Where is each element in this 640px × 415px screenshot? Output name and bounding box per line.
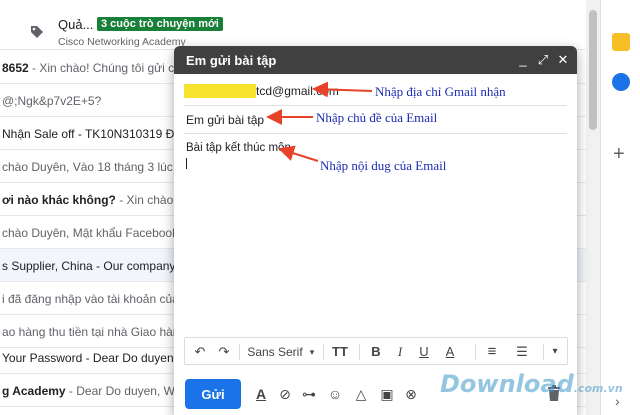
toolbar-divider [543, 344, 544, 360]
email-snippet: chào Duyên, Mật khẩu Facebook củ [2, 226, 195, 240]
recipient-value: tcd@gmail.com [256, 84, 339, 98]
email-snippet: Your Password - Dear Do duyen, T [2, 351, 188, 365]
drive-icon[interactable]: △ [352, 385, 370, 403]
text-caret [186, 158, 187, 169]
confidential-mode-icon[interactable]: ⊗ [402, 385, 420, 403]
body-annotation: Nhập nội dug của Email [320, 158, 447, 173]
minimize-icon[interactable]: _ [514, 51, 532, 69]
toolbar-divider [475, 344, 476, 360]
expand-icon[interactable]: ⤢ [534, 51, 552, 69]
attach-icon[interactable]: ⊘ [276, 385, 294, 403]
compose-window: Em gửi bài tập _ ⤢ ✕ tcd@gmail.com Em gử… [174, 46, 577, 415]
close-icon[interactable]: ✕ [554, 51, 572, 69]
email-subject: 8652 [2, 61, 29, 75]
italic-icon[interactable]: I [391, 343, 409, 361]
email-snippet: i đã đăng nhập vào tài khoản của b [2, 292, 189, 306]
text-color-icon[interactable]: A [441, 343, 459, 361]
chevron-down-icon[interactable]: ▾ [306, 343, 318, 361]
tag-icon [31, 26, 43, 38]
undo-icon[interactable]: ↶ [191, 343, 209, 361]
message-body[interactable]: Bài tập kết thúc môn [186, 142, 291, 154]
font-family-select[interactable]: Sans Serif [245, 343, 305, 361]
compose-header[interactable]: Em gửi bài tập _ ⤢ ✕ [174, 46, 577, 74]
send-button[interactable]: Gửi [185, 379, 241, 409]
link-icon[interactable]: ⊶ [300, 385, 318, 403]
more-formatting-icon[interactable]: ▾ [547, 343, 563, 361]
email-snippet: - Dear Do duyen, Welc [65, 384, 191, 398]
email-snippet: - Xin chào! Chúng tôi gửi cho [28, 61, 188, 75]
email-snippet: s Supplier, China - Our company wh [2, 259, 195, 273]
watermark-suffix: .com.vn [573, 382, 623, 395]
recipient-annotation: Nhập địa chỉ Gmail nhận [375, 84, 506, 99]
promotions-row[interactable]: Quả... 3 cuộc trò chuyện mới Cisco Netwo… [0, 0, 586, 50]
new-conversations-badge: 3 cuộc trò chuyện mới [97, 17, 223, 31]
email-subject: g Academy [2, 384, 66, 398]
keep-icon[interactable] [612, 33, 630, 51]
side-panel: + › [600, 0, 640, 415]
underline-icon[interactable]: U [415, 343, 433, 361]
add-addon-icon[interactable]: + [613, 144, 625, 164]
recipient-highlight [184, 84, 256, 98]
bold-icon[interactable]: B [367, 343, 385, 361]
promotions-sender: Cisco Networking Academy [58, 36, 186, 48]
photo-icon[interactable]: ▣ [378, 385, 396, 403]
emoji-icon[interactable]: ☺ [326, 385, 344, 403]
text-size-icon[interactable]: TT [329, 343, 351, 361]
align-icon[interactable]: ≡ [483, 343, 501, 361]
redo-icon[interactable]: ↷ [215, 343, 233, 361]
tasks-icon[interactable] [612, 73, 630, 91]
email-snippet: chào Duyên, Vào 18 tháng 3 lúc 0 [2, 160, 183, 174]
watermark-logo: Download.com.vn [440, 370, 623, 398]
formatting-options-icon[interactable]: A [252, 385, 270, 403]
email-subject: ơi nào khác không? [2, 193, 116, 207]
formatting-toolbar: ↶ ↷ Sans Serif ▾ TT B I U A ≡ ☰ ▾ [184, 337, 568, 365]
numbered-list-icon[interactable]: ☰ [513, 343, 531, 361]
email-snippet: ao hàng thu tiền tại nhà Giao hàng [2, 325, 187, 339]
compose-title: Em gửi bài tập [186, 53, 277, 68]
inbox-scrollbar[interactable] [586, 0, 600, 415]
watermark-text: Download [440, 370, 574, 398]
promotions-title: Quả... [58, 17, 94, 32]
toolbar-divider [359, 344, 360, 360]
subject-value: Em gửi bài tập [186, 113, 265, 127]
email-snippet: @;Ngk&p7v2E+5? [2, 94, 102, 108]
toolbar-divider [323, 344, 324, 360]
scroll-thumb[interactable] [589, 10, 597, 130]
email-snippet: Nhận Sale off - TK10N310319 Đơ [2, 127, 183, 141]
subject-annotation: Nhập chủ đề của Email [316, 110, 438, 125]
toolbar-divider [239, 344, 240, 360]
